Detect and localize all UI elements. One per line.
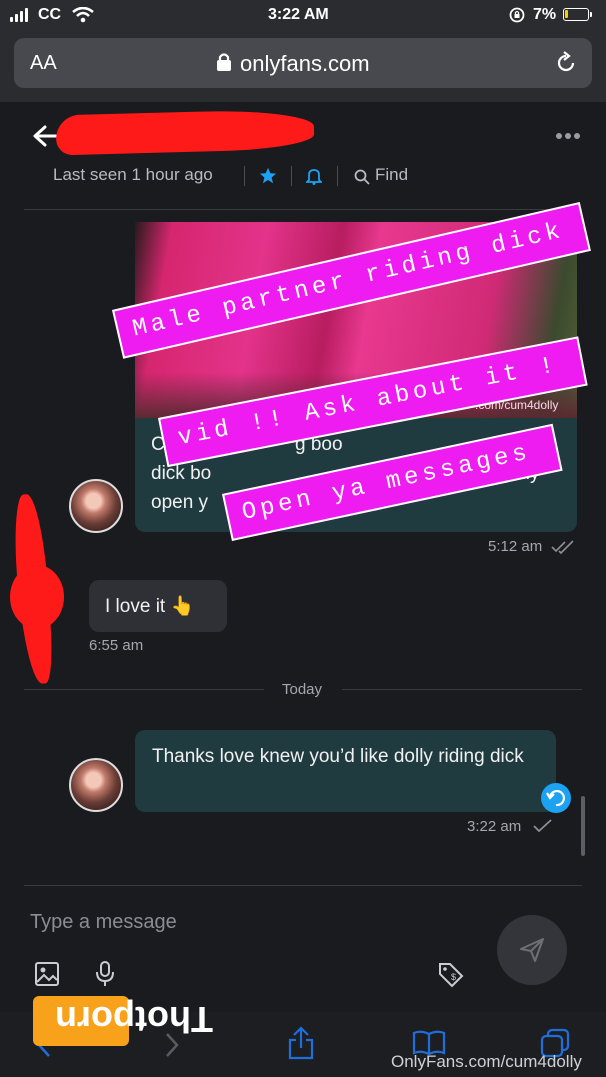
battery-percent: 7% xyxy=(533,6,557,23)
redaction-mark xyxy=(10,565,64,629)
wifi-icon xyxy=(72,7,94,23)
price-tag-icon[interactable]: $ xyxy=(437,961,465,989)
scrollbar[interactable] xyxy=(581,796,585,856)
signal-icon xyxy=(10,8,32,22)
bell-icon[interactable] xyxy=(306,167,322,185)
undo-icon[interactable] xyxy=(541,783,571,813)
find-button[interactable]: Find xyxy=(375,165,408,185)
text-size-button[interactable]: AA xyxy=(30,52,57,75)
message-bubble: I love it 👆 xyxy=(89,580,227,632)
rotation-lock-icon xyxy=(509,7,525,23)
search-icon[interactable] xyxy=(354,169,370,185)
header-divider xyxy=(24,209,582,210)
message-time: 3:22 am xyxy=(467,818,522,835)
share-icon[interactable] xyxy=(287,1026,315,1060)
image-icon[interactable] xyxy=(34,961,60,987)
site-watermark-text: Thotporn xyxy=(55,999,213,1040)
message-input[interactable]: Type a message xyxy=(30,911,177,934)
chat-header: Last seen 1 hour ago Find xyxy=(0,102,606,210)
send-button[interactable] xyxy=(497,915,567,985)
date-divider-left xyxy=(24,689,264,690)
message-bubble: Thanks love knew you’d like dolly riding… xyxy=(135,730,556,812)
browser-toolbar: AA onlyfans.com xyxy=(0,32,606,102)
clock: 3:22 AM xyxy=(268,6,329,23)
star-icon[interactable] xyxy=(259,167,277,185)
url-text: onlyfans.com xyxy=(240,51,370,76)
last-seen-label: Last seen 1 hour ago xyxy=(53,165,213,184)
avatar[interactable] xyxy=(69,479,123,533)
date-separator: Today xyxy=(282,681,323,698)
sent-checkmark-icon xyxy=(533,819,552,833)
avatar[interactable] xyxy=(69,758,123,812)
separator xyxy=(337,166,338,186)
status-bar: CC 3:22 AM 7% xyxy=(0,0,606,32)
lock-icon xyxy=(217,53,231,71)
reload-icon[interactable] xyxy=(554,51,578,75)
svg-text:$: $ xyxy=(451,972,456,982)
battery-icon xyxy=(563,8,592,21)
address-bar[interactable]: AA onlyfans.com xyxy=(14,38,592,88)
read-checkmarks-icon xyxy=(551,540,574,554)
redacted-username xyxy=(55,108,315,156)
separator xyxy=(244,166,245,186)
compose-divider xyxy=(24,885,582,886)
carrier-label: CC xyxy=(38,6,62,23)
more-options-icon[interactable] xyxy=(555,132,581,140)
separator xyxy=(291,166,292,186)
date-divider-right xyxy=(342,689,582,690)
microphone-icon[interactable] xyxy=(94,960,116,988)
source-watermark: OnlyFans.com/cum4dolly xyxy=(391,1052,582,1071)
message-time: 6:55 am xyxy=(89,637,144,654)
message-time: 5:12 am xyxy=(488,538,543,555)
